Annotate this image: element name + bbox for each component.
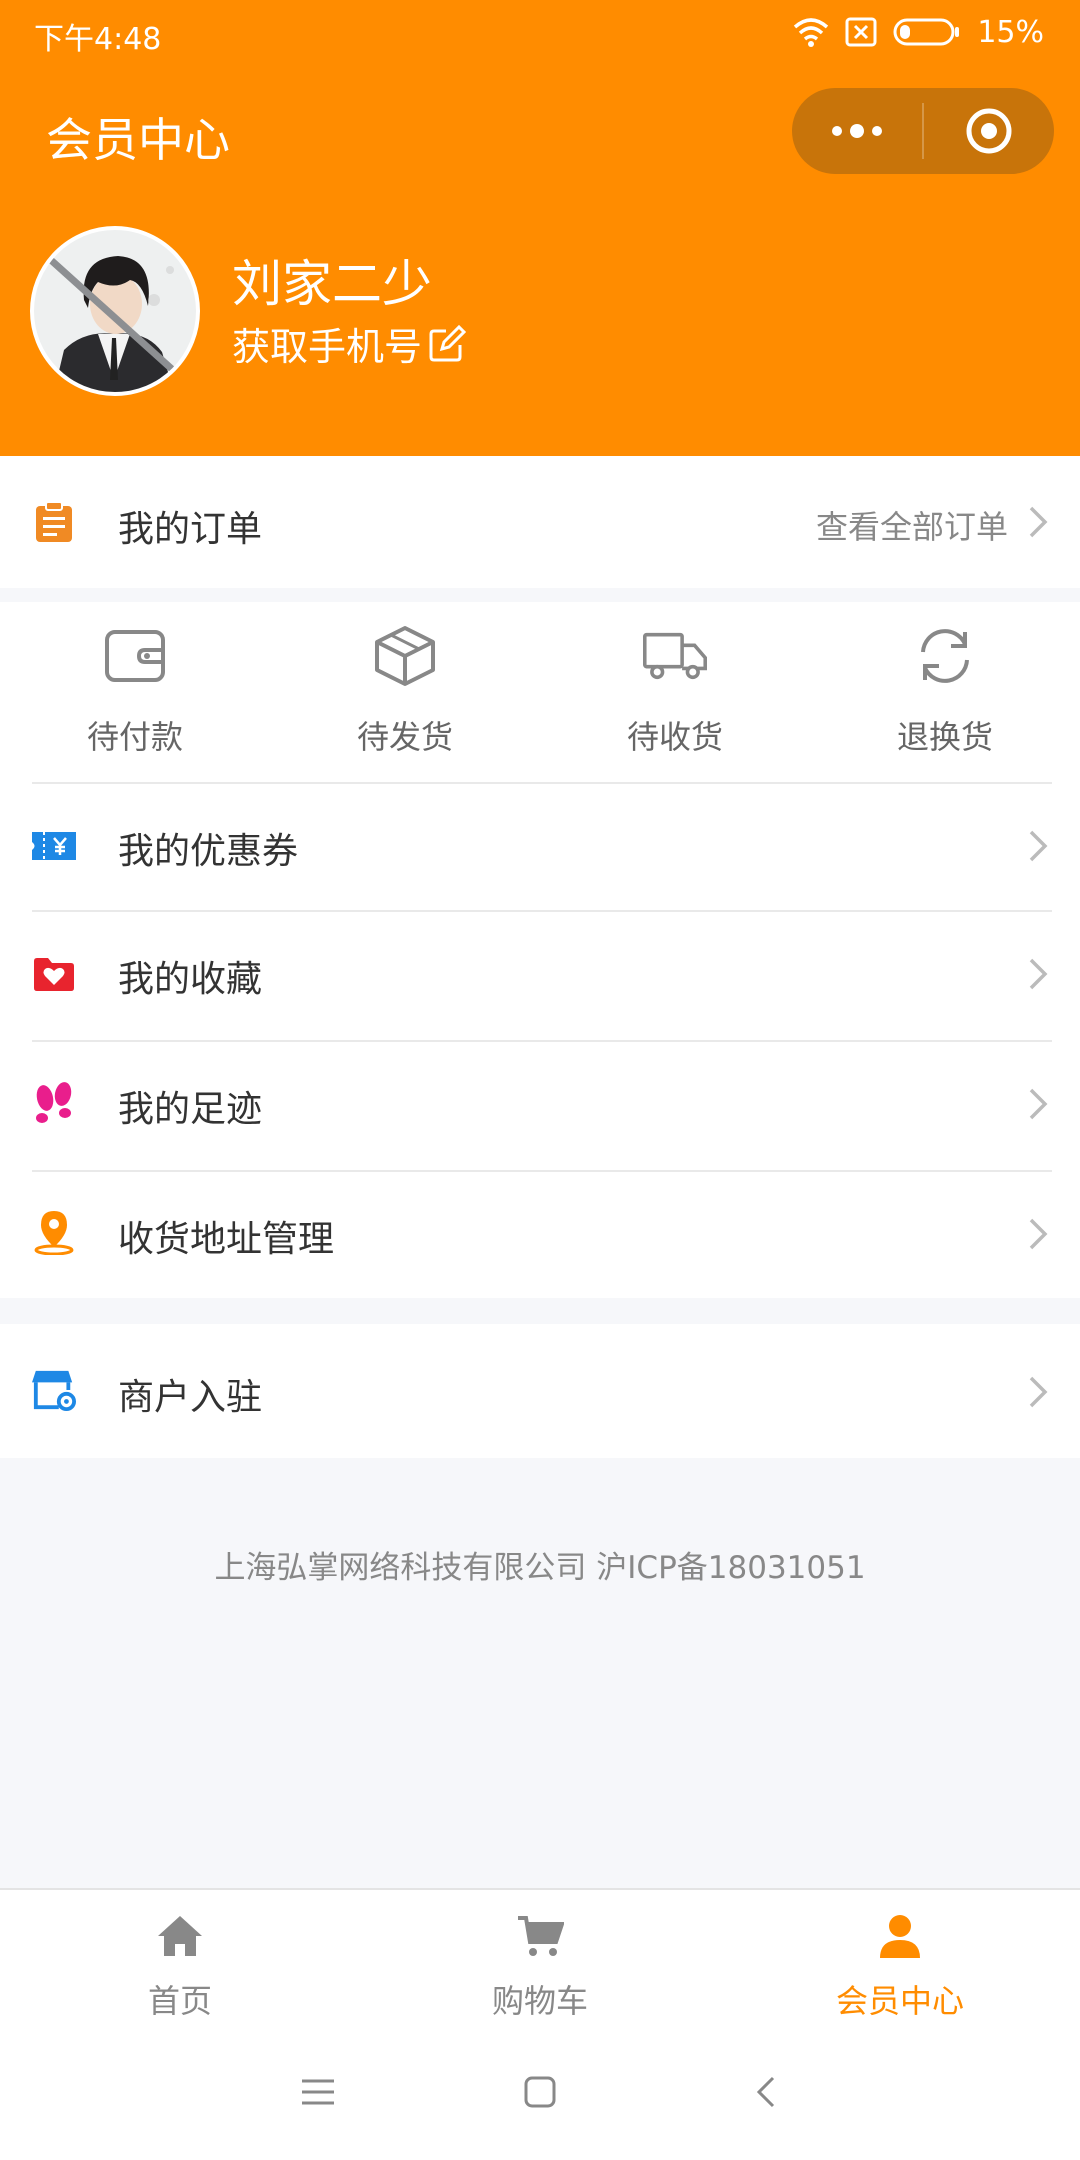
- more-dots-icon: [832, 124, 882, 138]
- menu-list: 我的优惠券 我的收藏 我的足迹 收货地址管理: [0, 782, 1080, 1298]
- pending-payment-label: 待付款: [86, 718, 183, 756]
- merchant-entry-label: 商户入驻: [118, 1377, 263, 1418]
- tab-home[interactable]: 首页: [0, 1890, 360, 2032]
- address-management-row[interactable]: 收货地址管理: [0, 1170, 1080, 1298]
- chevron-right-icon: [1029, 1088, 1048, 1120]
- get-phone-label: 获取手机号: [232, 325, 423, 369]
- view-all-orders-link[interactable]: 查看全部订单: [816, 502, 1008, 548]
- back-button[interactable]: [736, 2062, 796, 2122]
- profile-section: 刘家二少 获取手机号: [0, 224, 1080, 404]
- wallet-icon: [105, 630, 165, 682]
- store-settings-icon: [32, 1368, 76, 1412]
- home-icon: [158, 1916, 202, 1956]
- my-coupons-label: 我的优惠券: [118, 831, 299, 872]
- header: 下午4:48 15% 会员中心 刘家二少 获取手机号: [0, 0, 1080, 456]
- divider: [32, 910, 1052, 912]
- location-pin-icon: [32, 1210, 76, 1255]
- page-title: 会员中心: [46, 113, 230, 167]
- my-orders-row[interactable]: 我的订单 查看全部订单: [0, 456, 1080, 588]
- back-arrow-icon: [756, 2076, 775, 2108]
- footprints-icon: [32, 1082, 76, 1126]
- avatar-illustration: [34, 230, 196, 392]
- my-orders-label: 我的订单: [118, 509, 263, 550]
- order-status-bar: 待付款 待发货 待收货 退换货: [0, 602, 1080, 782]
- box-icon: [375, 626, 435, 686]
- tab-member-center-label: 会员中心: [835, 1982, 964, 2020]
- return-exchange-button[interactable]: 退换货: [845, 602, 1045, 782]
- chevron-right-icon: [1029, 506, 1048, 538]
- battery-icon: [893, 18, 960, 46]
- my-coupons-row[interactable]: 我的优惠券: [0, 782, 1080, 910]
- company-footer: 上海弘掌网络科技有限公司 沪ICP备18031051: [214, 1550, 866, 1586]
- chevron-right-icon: [1029, 958, 1048, 990]
- status-time: 下午4:48: [34, 22, 162, 57]
- battery-percent: 15%: [977, 14, 1044, 50]
- pending-shipment-label: 待发货: [356, 718, 453, 756]
- merchant-entry-row[interactable]: 商户入驻: [0, 1324, 1080, 1458]
- close-miniprogram-button[interactable]: [924, 88, 1054, 174]
- favorite-folder-icon: [32, 952, 76, 996]
- status-bar: 下午4:48 15%: [0, 0, 1080, 66]
- no-sim-icon: [845, 17, 877, 47]
- status-icons: 15%: [793, 12, 1044, 52]
- my-favorites-row[interactable]: 我的收藏: [0, 910, 1080, 1038]
- chevron-right-icon: [1029, 1218, 1048, 1250]
- menu-lines-icon: [302, 2079, 334, 2105]
- home-button[interactable]: [510, 2062, 570, 2122]
- pending-receipt-label: 待收货: [626, 718, 723, 756]
- address-management-label: 收货地址管理: [118, 1219, 335, 1260]
- get-phone-link[interactable]: 获取手机号: [232, 316, 467, 371]
- username: 刘家二少: [232, 255, 432, 313]
- chevron-right-icon: [1029, 830, 1048, 862]
- tab-bar: 首页 购物车 会员中心: [0, 1888, 1080, 2032]
- cart-icon: [518, 1916, 564, 1956]
- pending-shipment-button[interactable]: 待发货: [305, 602, 505, 782]
- chevron-right-icon: [1029, 1376, 1048, 1408]
- divider: [32, 1040, 1052, 1042]
- edit-icon: [429, 324, 467, 361]
- target-circle-icon: [966, 108, 1012, 154]
- refresh-icon: [921, 629, 969, 683]
- clipboard-icon: [32, 500, 76, 544]
- miniprogram-capsule: [792, 88, 1054, 174]
- title-bar: 会员中心: [0, 86, 1080, 180]
- tab-cart-label: 购物车: [491, 1982, 588, 2020]
- divider: [32, 782, 1052, 784]
- truck-icon: [643, 632, 707, 680]
- user-icon: [880, 1915, 920, 1958]
- coupon-icon: [32, 824, 76, 868]
- my-footprints-label: 我的足迹: [118, 1089, 263, 1130]
- my-favorites-label: 我的收藏: [118, 959, 263, 1000]
- recent-apps-button[interactable]: [288, 2062, 348, 2122]
- avatar[interactable]: [30, 226, 200, 396]
- my-footprints-row[interactable]: 我的足迹: [0, 1040, 1080, 1168]
- system-navigation-bar: [0, 2030, 1080, 2160]
- pending-payment-button[interactable]: 待付款: [35, 602, 235, 782]
- tab-home-label: 首页: [147, 1982, 212, 2020]
- more-button[interactable]: [792, 88, 922, 174]
- square-home-icon: [524, 2076, 556, 2108]
- divider: [32, 1170, 1052, 1172]
- pending-receipt-button[interactable]: 待收货: [575, 602, 775, 782]
- return-exchange-label: 退换货: [896, 718, 993, 756]
- tab-member-center[interactable]: 会员中心: [720, 1890, 1080, 2032]
- tab-cart[interactable]: 购物车: [360, 1890, 720, 2032]
- wifi-icon: [794, 18, 829, 47]
